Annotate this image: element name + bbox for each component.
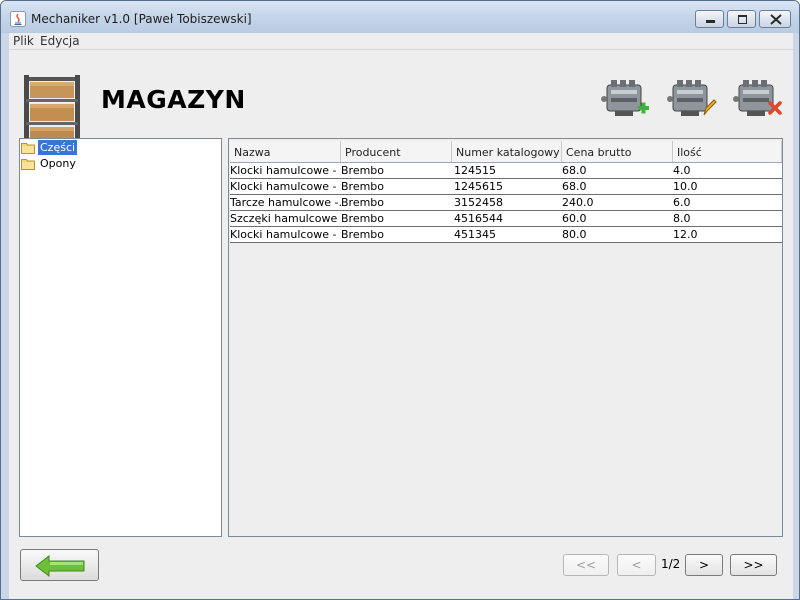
table-row[interactable]: Klocki hamulcowe - ... Brembo 1245615 68… [230,179,782,195]
table-row[interactable]: Tarcze hamulcowe -... Brembo 3152458 240… [230,195,782,211]
window-title: Mechaniker v1.0 [Paweł Tobiszewski] [31,12,252,26]
page-title: MAGAZYN [101,85,246,114]
table-header: Nazwa Producent Numer katalogowy Cena br… [230,141,782,163]
column-header-producent[interactable]: Producent [341,141,452,162]
app-window: Mechaniker v1.0 [Paweł Tobiszewski] Plik… [0,0,800,600]
cell-nazwa: Klocki hamulcowe - ... [230,164,341,177]
cell-cena-brutto: 80.0 [562,228,587,241]
cell-ilosc: 10.0 [673,180,698,193]
tree-item-label: Części [38,140,78,155]
engine-edit-icon [667,80,717,116]
first-page-button[interactable]: << [563,554,609,576]
table-row[interactable]: Szczęki hamulcowe Brembo 4516544 60.0 8.… [230,211,782,227]
category-tree[interactable]: Części Opony [19,138,222,537]
delete-part-button[interactable] [733,77,783,121]
back-button[interactable] [20,549,99,581]
cell-numer-katalogowy: 4516544 [454,212,503,225]
table-row[interactable]: Klocki hamulcowe - ... Brembo 124515 68.… [230,163,782,179]
column-header-ilosc[interactable]: Ilość [673,141,782,162]
client-area: Plik Edycja MAGAZYN Części Opony Nazwa P… [9,33,793,599]
engine-delete-icon [733,80,782,116]
cell-producent: Brembo [341,228,385,241]
maximize-icon [738,15,747,24]
parts-table[interactable]: Nazwa Producent Numer katalogowy Cena br… [228,138,783,537]
column-header-numer-katalogowy[interactable]: Numer katalogowy [452,141,562,162]
cell-ilosc: 4.0 [673,164,691,177]
menu-bar: Plik Edycja [9,33,793,50]
cell-cena-brutto: 68.0 [562,180,587,193]
cell-cena-brutto: 240.0 [562,196,594,209]
cell-producent: Brembo [341,164,385,177]
title-bar[interactable]: Mechaniker v1.0 [Paweł Tobiszewski] [1,1,799,33]
cell-producent: Brembo [341,196,385,209]
cell-numer-katalogowy: 124515 [454,164,496,177]
engine-add-icon [601,80,649,116]
minimize-icon [706,20,715,23]
cell-ilosc: 6.0 [673,196,691,209]
table-row[interactable]: Klocki hamulcowe - ... Brembo 451345 80.… [230,227,782,243]
cell-numer-katalogowy: 1245615 [454,180,503,193]
cell-nazwa: Klocki hamulcowe - ... [230,228,341,241]
cell-nazwa: Klocki hamulcowe - ... [230,180,341,193]
java-icon [10,11,26,27]
menu-plik[interactable]: Plik [13,34,34,48]
cell-nazwa: Szczęki hamulcowe [230,212,338,225]
folder-icon [21,159,35,170]
column-header-cena-brutto[interactable]: Cena brutto [562,141,673,162]
cell-ilosc: 12.0 [673,228,698,241]
next-page-button[interactable]: > [685,554,723,576]
add-part-button[interactable] [601,77,651,121]
folder-icon [21,143,35,154]
cell-numer-katalogowy: 451345 [454,228,496,241]
last-page-button[interactable]: >> [730,554,777,576]
cell-ilosc: 8.0 [673,212,691,225]
minimize-button[interactable] [695,10,724,28]
cell-nazwa: Tarcze hamulcowe -... [230,196,341,209]
close-icon [770,14,782,25]
cell-cena-brutto: 68.0 [562,164,587,177]
edit-part-button[interactable] [667,77,717,121]
tree-item-label: Opony [40,157,76,170]
cell-numer-katalogowy: 3152458 [454,196,503,209]
page-indicator: 1/2 [661,557,681,571]
cell-cena-brutto: 60.0 [562,212,587,225]
close-button[interactable] [759,10,791,28]
menu-edycja[interactable]: Edycja [40,34,80,48]
column-header-nazwa[interactable]: Nazwa [230,141,341,162]
maximize-button[interactable] [727,10,756,28]
cell-producent: Brembo [341,180,385,193]
arrow-left-icon [35,555,85,577]
cell-producent: Brembo [341,212,385,225]
previous-page-button[interactable]: < [617,554,656,576]
